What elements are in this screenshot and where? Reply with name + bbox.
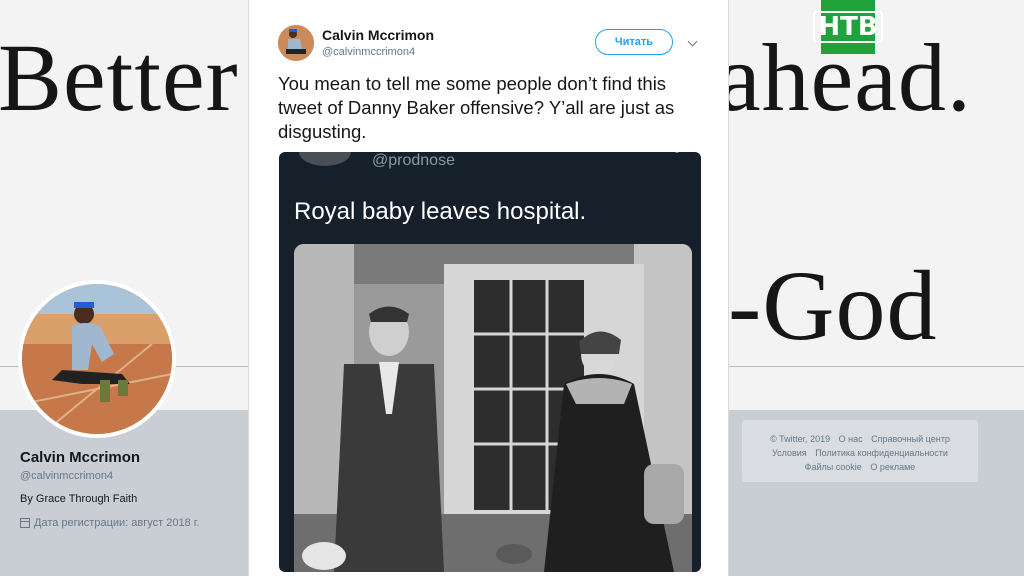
profile-name: Calvin Mccrimon — [20, 449, 141, 466]
calendar-icon — [20, 518, 30, 528]
footer-link-cookies[interactable]: Файлы cookie — [805, 462, 862, 472]
profile-avatar[interactable] — [18, 280, 176, 438]
banner-text-line1: Better ahead. — [0, 24, 972, 131]
footer-link-terms[interactable]: Условия — [772, 448, 807, 458]
footer-link-privacy[interactable]: Политика конфиденциальности — [815, 448, 948, 458]
footer-copyright: © Twitter, 2019 — [770, 434, 831, 444]
tweet-card: Calvin Mccrimon @calvinmccrimon4 Читать … — [248, 0, 729, 576]
banner-text-line2: -God — [728, 250, 938, 361]
footer-link-ads[interactable]: О рекламе — [870, 462, 915, 472]
tweet-author-avatar[interactable] — [278, 25, 314, 61]
tweet-text: You mean to tell me some people don’t fi… — [278, 73, 675, 142]
embedded-photo — [294, 244, 692, 572]
embedded-text: Royal baby leaves hospital. — [294, 198, 587, 225]
profile-bio: By Grace Through Faith — [20, 493, 138, 505]
tweet-author-handle[interactable]: @calvinmccrimon4 — [322, 46, 415, 58]
tweet-media[interactable]: @prodnose Royal baby leaves hospital. — [279, 152, 701, 572]
embedded-menu-icon — [675, 152, 679, 153]
embedded-avatar — [299, 152, 351, 166]
footer-link-about[interactable]: О нас — [839, 434, 863, 444]
ntv-logo: НТВ — [813, 0, 883, 54]
follow-button[interactable]: Читать — [595, 29, 673, 55]
profile-joined: Дата регистрации: август 2018 г. — [20, 517, 199, 529]
chevron-down-icon[interactable] — [687, 36, 698, 47]
embedded-handle: @prodnose — [372, 152, 455, 169]
footer-link-help[interactable]: Справочный центр — [871, 434, 950, 444]
profile-handle: @calvinmccrimon4 — [20, 470, 114, 482]
tweet-author-name[interactable]: Calvin Mccrimon — [322, 27, 434, 43]
footer-links: © Twitter, 2019 О нас Справочный центр У… — [742, 420, 978, 482]
